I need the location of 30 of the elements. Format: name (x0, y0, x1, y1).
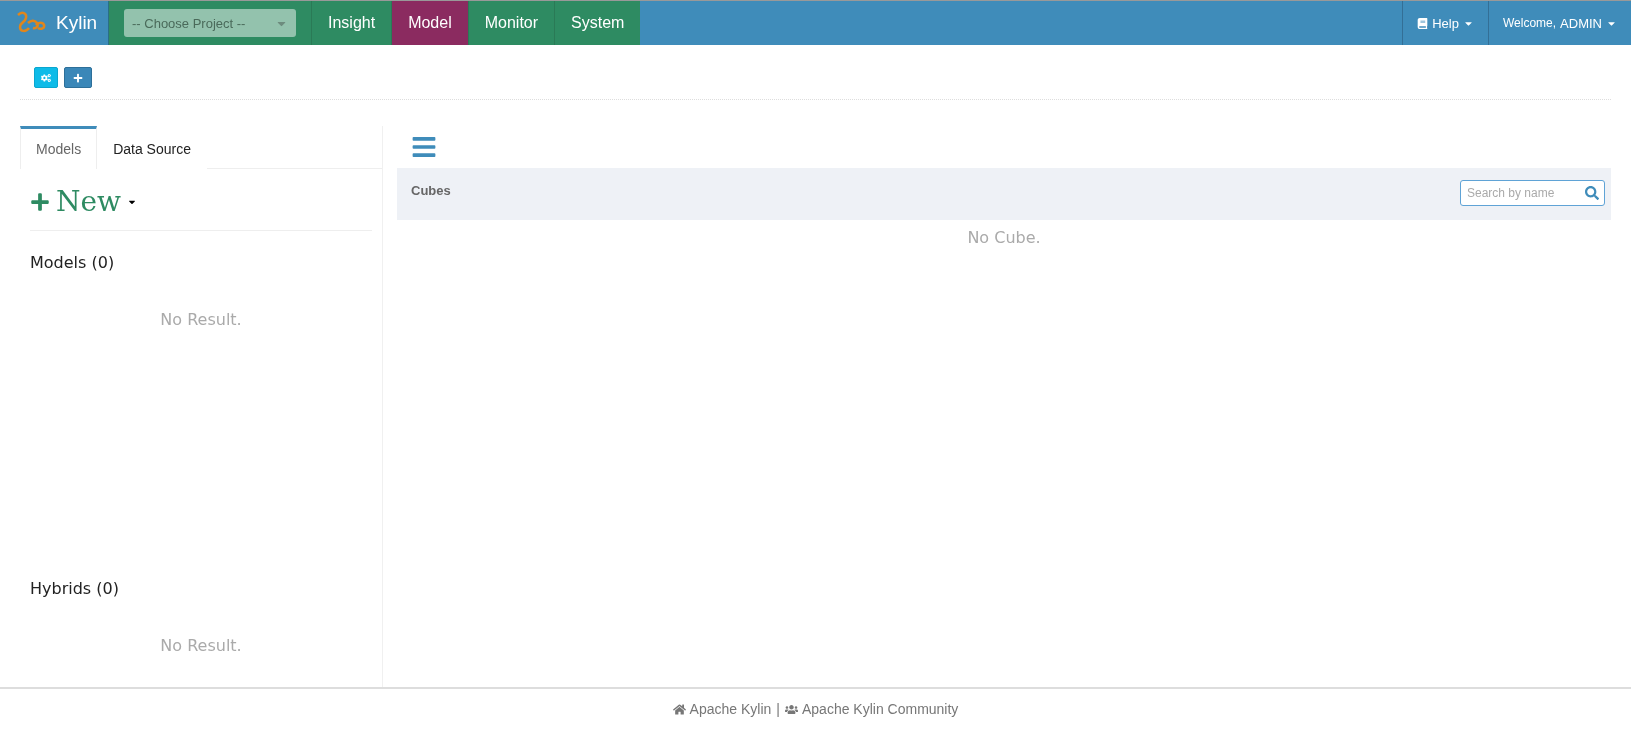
nav-tab[interactable]: Monitor (467, 1, 555, 45)
panel-tab[interactable]: Models (20, 126, 98, 169)
plus-icon (73, 72, 83, 83)
footer-link[interactable]: Apache Kylin (672, 701, 772, 717)
user-menu[interactable]: Welcome, ADMIN (1487, 1, 1631, 45)
home-icon (672, 702, 686, 716)
nav-tab[interactable]: Insight (311, 1, 392, 45)
cubes-title: Cubes (411, 183, 451, 198)
empty-message: No Cube. (966, 228, 1042, 247)
users-icon (784, 702, 798, 716)
empty-message: No Result. (159, 310, 243, 329)
search-icon[interactable] (1585, 186, 1599, 200)
footer-link[interactable]: Apache Kylin Community (784, 701, 959, 717)
section-title: Hybrids (0) (29, 579, 120, 598)
new-button[interactable]: New (30, 185, 138, 218)
nav-tab[interactable]: System (554, 1, 641, 45)
empty-message: No Result. (159, 636, 243, 655)
separator: | (776, 701, 780, 717)
project-select[interactable]: -- Choose Project -- (124, 9, 296, 37)
book-icon (1417, 17, 1429, 29)
help-menu[interactable]: Help (1402, 1, 1488, 45)
settings-button[interactable] (34, 67, 58, 88)
menu-icon[interactable] (411, 134, 437, 160)
nav-tab[interactable]: Model (391, 1, 468, 45)
search-field[interactable]: Search by name (1460, 180, 1605, 206)
add-button[interactable] (64, 67, 92, 88)
section-title: Models (0) (29, 253, 116, 272)
plus-icon (30, 191, 50, 212)
gears-icon (41, 72, 51, 83)
brand-name[interactable]: Kylin (56, 12, 98, 34)
